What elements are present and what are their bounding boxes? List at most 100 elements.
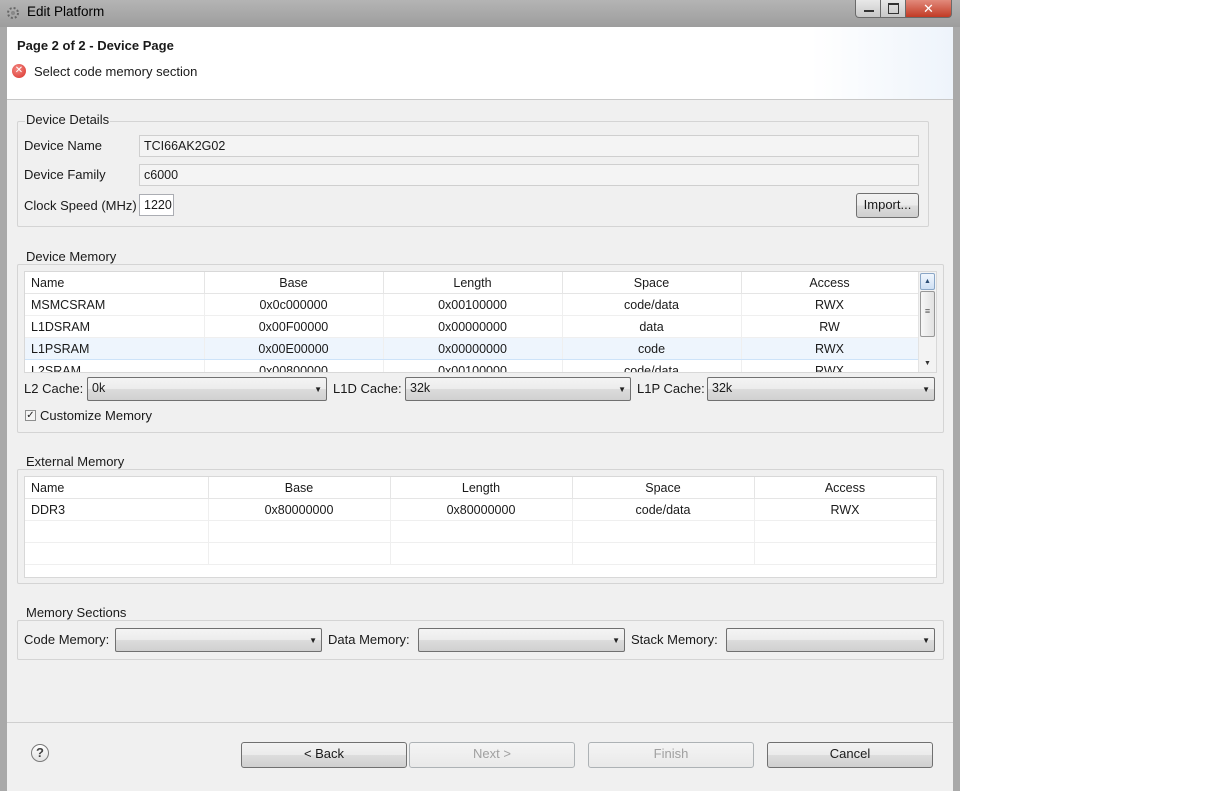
chevron-down-icon: ▼ [618,385,626,394]
table-row[interactable]: MSMCSRAM 0x0c000000 0x00100000 code/data… [25,293,919,316]
cell-name: L1PSRAM [25,337,205,360]
cell-access: RWX [741,359,919,372]
maximize-button[interactable] [881,0,906,18]
column-header-access[interactable]: Access [754,477,936,499]
customize-memory-checkbox[interactable]: ✓ [25,410,36,421]
cell-length [390,520,573,543]
column-header-length[interactable]: Length [390,477,573,499]
table-row[interactable] [25,520,936,543]
edit-platform-window: Edit Platform ✕ Page 2 of 2 - Device Pag… [0,0,960,791]
import-button[interactable]: Import... [856,193,919,218]
cell-access: RW [741,315,919,338]
device-details-label: Device Details [25,112,111,127]
cell-base: 0x80000000 [208,498,391,521]
stack-memory-label: Stack Memory: [631,632,718,647]
cell-base: 0x00F00000 [204,315,384,338]
close-button[interactable]: ✕ [906,0,952,18]
cell-name [25,520,209,543]
l1p-cache-select[interactable]: 32k ▼ [707,377,935,401]
window-left-edge [0,27,7,791]
cancel-button[interactable]: Cancel [767,742,933,768]
device-memory-header-row: Name Base Length Space Access [25,272,919,294]
column-header-base[interactable]: Base [208,477,391,499]
l2-cache-value: 0k [92,381,106,395]
customize-memory-label[interactable]: Customize Memory [40,408,152,423]
column-header-name[interactable]: Name [25,272,205,294]
cell-space [572,542,755,565]
cell-space [572,520,755,543]
cell-base [208,542,391,565]
l1d-cache-select[interactable]: 32k ▼ [405,377,631,401]
code-memory-select[interactable]: ▼ [115,628,322,652]
help-icon[interactable]: ? [31,744,49,762]
chevron-down-icon: ▼ [922,636,930,645]
stack-memory-select[interactable]: ▼ [726,628,935,652]
device-memory-table[interactable]: Name Base Length Space Access MSMCSRAM 0… [24,271,937,373]
finish-button[interactable]: Finish [588,742,754,768]
l1d-cache-value: 32k [410,381,431,395]
error-message: Select code memory section [34,64,198,79]
chevron-down-icon: ▼ [922,385,930,394]
column-header-base[interactable]: Base [204,272,384,294]
device-memory-grid: Name Base Length Space Access MSMCSRAM 0… [25,272,919,372]
table-row[interactable]: L2SRAM 0x00800000 0x00100000 code/data R… [25,359,919,372]
cell-space: code/data [562,293,742,316]
l1p-cache-label: L1P Cache: [637,381,705,396]
chevron-down-icon: ▼ [612,636,620,645]
external-memory-grid: Name Base Length Space Access DDR3 0x800… [25,477,936,565]
next-button[interactable]: Next > [409,742,575,768]
clock-speed-label: Clock Speed (MHz) [24,198,137,213]
chevron-down-icon: ▼ [309,636,317,645]
cell-base: 0x00E00000 [204,337,384,360]
device-name-label: Device Name [24,138,103,153]
device-name-field: TCI66AK2G02 [139,135,919,157]
code-memory-label: Code Memory: [24,632,110,647]
cell-length: 0x00100000 [383,293,563,316]
cell-base [208,520,391,543]
cell-length: 0x00100000 [383,359,563,372]
table-row[interactable]: L1DSRAM 0x00F00000 0x00000000 data RW [25,315,919,338]
device-family-field: c6000 [139,164,919,186]
cell-space: code/data [572,498,755,521]
minimize-button[interactable] [855,0,881,18]
cell-space: code/data [562,359,742,372]
table-row-selected[interactable]: L1PSRAM 0x00E00000 0x00000000 code RWX [25,337,919,360]
footer-separator [7,722,953,723]
cell-space: code [562,337,742,360]
table-row[interactable] [25,542,936,565]
cell-name: DDR3 [25,498,209,521]
scroll-up-icon[interactable]: ▲ [920,273,935,290]
cell-base: 0x00800000 [204,359,384,372]
chevron-down-icon: ▼ [314,385,322,394]
column-header-space[interactable]: Space [572,477,755,499]
l2-cache-select[interactable]: 0k ▼ [87,377,327,401]
l1p-cache-value: 32k [712,381,733,395]
window-controls: ✕ [855,0,952,18]
cell-length: 0x00000000 [383,337,563,360]
close-icon: ✕ [923,1,934,16]
external-memory-table[interactable]: Name Base Length Space Access DDR3 0x800… [24,476,937,578]
scroll-down-icon[interactable]: ▼ [920,360,935,372]
column-header-access[interactable]: Access [741,272,919,294]
window-right-edge [953,27,960,791]
cell-length: 0x80000000 [390,498,573,521]
column-header-length[interactable]: Length [383,272,563,294]
cell-access [754,542,936,565]
back-button[interactable]: < Back [241,742,407,768]
error-icon: ✕ [12,64,26,78]
clock-speed-input[interactable]: 1220 [139,194,174,216]
scroll-thumb[interactable] [920,291,935,337]
wizard-header: Page 2 of 2 - Device Page ✕ Select code … [7,27,953,100]
cell-name [25,542,209,565]
column-header-name[interactable]: Name [25,477,209,499]
l2-cache-label: L2 Cache: [24,381,84,396]
window-title: Edit Platform [27,4,105,19]
table-row[interactable]: DDR3 0x80000000 0x80000000 code/data RWX [25,498,936,521]
cell-space: data [562,315,742,338]
memory-sections-label: Memory Sections [25,605,128,620]
cell-access [754,520,936,543]
device-memory-scrollbar[interactable]: ▲ ▼ [918,272,936,372]
column-header-space[interactable]: Space [562,272,742,294]
data-memory-select[interactable]: ▼ [418,628,625,652]
cell-access: RWX [754,498,936,521]
